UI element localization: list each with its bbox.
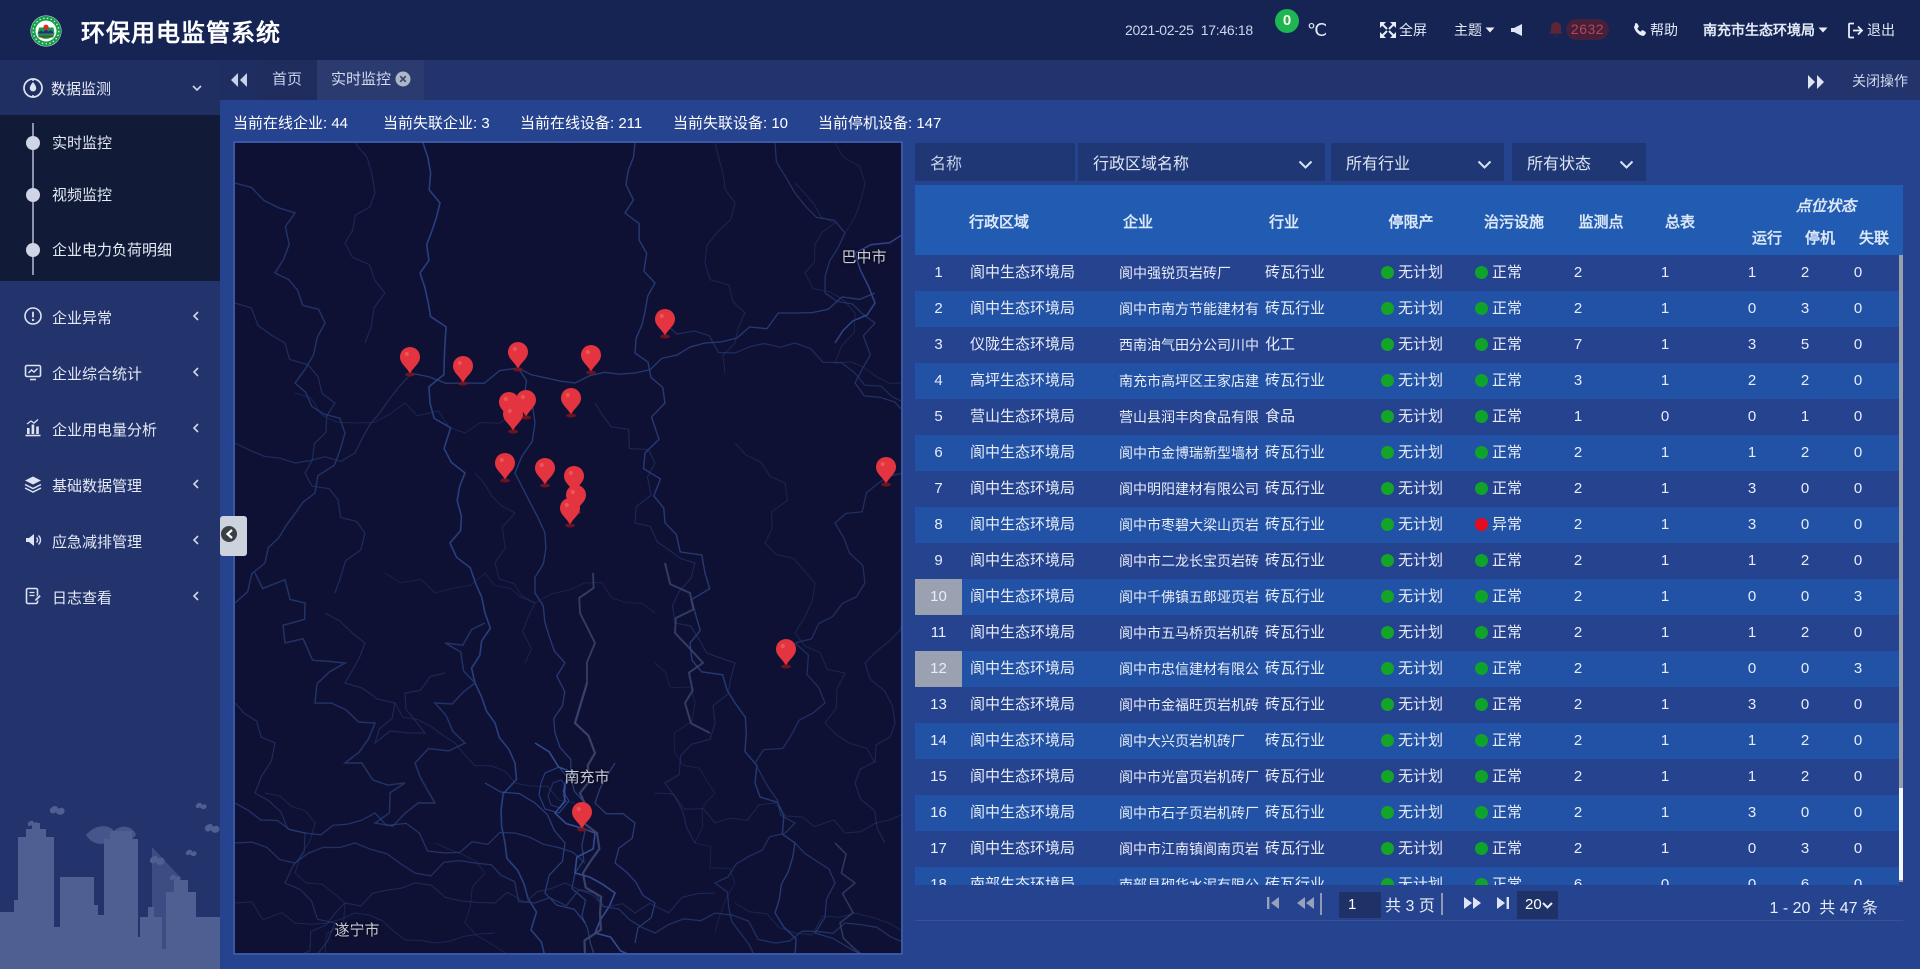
- svg-text:南充市: 南充市: [564, 769, 609, 786]
- svg-text:巴中市: 巴中市: [841, 249, 886, 266]
- svg-text:遂宁市: 遂宁市: [334, 922, 379, 939]
